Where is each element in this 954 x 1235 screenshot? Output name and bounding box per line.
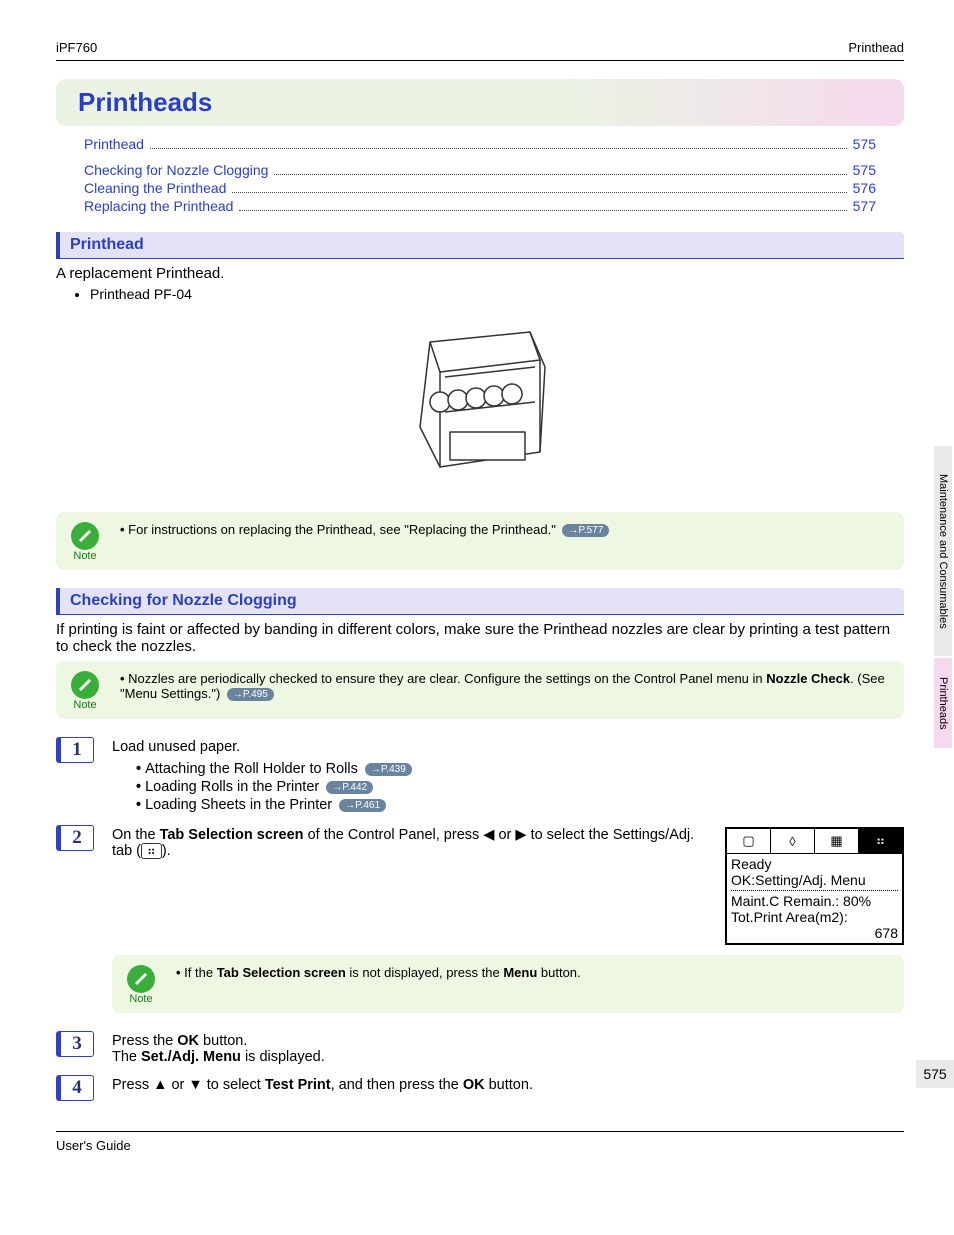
step-number: 3 — [56, 1031, 94, 1057]
step-1: 1 Load unused paper. Attaching the Roll … — [56, 737, 904, 815]
step-bold: OK — [463, 1077, 485, 1093]
page-reference[interactable]: →P.577 — [562, 524, 609, 537]
step-text: button. — [485, 1077, 533, 1093]
link-load-rolls[interactable]: Loading Rolls in the Printer — [145, 779, 319, 795]
step-text: Press the — [112, 1033, 177, 1049]
note-label: Note — [73, 550, 96, 562]
toc-item[interactable]: Checking for Nozzle Clogging 575 — [84, 162, 876, 178]
note-label: Note — [129, 993, 152, 1005]
note-replace-printhead: Note For instructions on replacing the P… — [56, 512, 904, 570]
panel-line-maint: Maint.C Remain.: 80% — [731, 893, 898, 909]
settings-tab-icon: ⠶ — [141, 843, 162, 859]
printhead-intro: A replacement Printhead. — [56, 265, 904, 282]
page-reference[interactable]: →P.442 — [326, 781, 373, 794]
step-2: 2 On the Tab Selection screen of the Con… — [56, 825, 904, 945]
step-text: Load unused paper. — [112, 739, 904, 755]
footer-left: User's Guide — [56, 1138, 131, 1153]
note-text: is not displayed, press the — [346, 965, 504, 980]
step-number: 1 — [56, 737, 94, 763]
header-right: Printhead — [848, 40, 904, 55]
table-of-contents: Printhead 575 Checking for Nozzle Cloggi… — [84, 136, 876, 214]
control-panel-display: ▢ ◊ ▦ ⠶ Ready OK:Setting/Adj. Menu Maint… — [725, 827, 904, 945]
toc-label: Replacing the Printhead — [84, 198, 233, 214]
panel-tab-paper-icon: ▢ — [727, 829, 771, 853]
toc-label: Checking for Nozzle Clogging — [84, 162, 268, 178]
panel-line-status: Ready — [731, 856, 898, 872]
step-bold: Test Print — [265, 1077, 331, 1093]
step-bold: OK — [177, 1033, 199, 1049]
step-text: On the — [112, 827, 160, 843]
header-left: iPF760 — [56, 40, 97, 55]
toc-label: Printhead — [84, 136, 144, 152]
step-number: 2 — [56, 825, 94, 851]
nozzle-intro: If printing is faint or affected by band… — [56, 621, 904, 655]
step-text: button. — [199, 1033, 247, 1049]
toc-page: 575 — [853, 136, 876, 152]
note-nozzle-check: Note Nozzles are periodically checked to… — [56, 661, 904, 719]
page-footer: User's Guide — [56, 1131, 904, 1153]
step-3: 3 Press the OK button. The Set./Adj. Men… — [56, 1031, 904, 1065]
panel-tab-settings-icon: ⠶ — [859, 829, 902, 853]
note-icon — [71, 671, 99, 699]
note-label: Note — [73, 699, 96, 711]
note-icon — [127, 965, 155, 993]
page-reference[interactable]: →P.495 — [227, 688, 274, 701]
printhead-illustration — [370, 312, 590, 502]
step-text: ). — [162, 843, 171, 859]
toc-label: Cleaning the Printhead — [84, 180, 226, 196]
heading-nozzle-clogging: Checking for Nozzle Clogging — [56, 588, 904, 615]
panel-tab-job-icon: ▦ — [815, 829, 859, 853]
heading-printhead: Printhead — [56, 232, 904, 259]
step-text: The — [112, 1049, 141, 1065]
note-bold: Menu — [503, 965, 537, 980]
note-text: For instructions on replacing the Printh… — [128, 522, 556, 537]
page-header: iPF760 Printhead — [56, 40, 904, 61]
step-bold: Tab Selection screen — [160, 827, 304, 843]
toc-item[interactable]: Printhead 575 — [84, 136, 876, 152]
step-text: Press ▲ or ▼ to select — [112, 1077, 265, 1093]
note-text: If the — [184, 965, 217, 980]
step-bold: Set./Adj. Menu — [141, 1049, 241, 1065]
note-icon — [71, 522, 99, 550]
note-bold: Tab Selection screen — [217, 965, 346, 980]
link-attach-roll[interactable]: Attaching the Roll Holder to Rolls — [145, 761, 358, 777]
panel-tab-ink-icon: ◊ — [771, 829, 815, 853]
step-number: 4 — [56, 1075, 94, 1101]
note-text: Nozzles are periodically checked to ensu… — [128, 671, 766, 686]
section-banner: Printheads — [56, 79, 904, 126]
note-bold: Nozzle Check — [766, 671, 850, 686]
panel-line-value: 678 — [731, 925, 898, 941]
step-text: is displayed. — [241, 1049, 325, 1065]
side-tabs: Maintenance and Consumables Printheads — [934, 446, 954, 748]
panel-line-menu: OK:Setting/Adj. Menu — [731, 872, 898, 888]
toc-item[interactable]: Cleaning the Printhead 576 — [84, 180, 876, 196]
step-4: 4 Press ▲ or ▼ to select Test Print, and… — [56, 1075, 904, 1101]
page-reference[interactable]: →P.461 — [339, 799, 386, 812]
printhead-item: Printhead PF-04 — [90, 286, 904, 302]
page-number: 575 — [916, 1060, 954, 1088]
toc-item[interactable]: Replacing the Printhead 577 — [84, 198, 876, 214]
side-tab-section[interactable]: Printheads — [934, 658, 952, 748]
step-text: , and then press the — [331, 1077, 463, 1093]
side-tab-chapter[interactable]: Maintenance and Consumables — [934, 446, 952, 656]
note-text: button. — [537, 965, 580, 980]
toc-page: 575 — [853, 162, 876, 178]
toc-page: 577 — [853, 198, 876, 214]
note-tab-selection: Note If the Tab Selection screen is not … — [112, 955, 904, 1013]
page-reference[interactable]: →P.439 — [365, 763, 412, 776]
panel-line-area: Tot.Print Area(m2): — [731, 909, 898, 925]
link-load-sheets[interactable]: Loading Sheets in the Printer — [145, 797, 332, 813]
toc-page: 576 — [853, 180, 876, 196]
